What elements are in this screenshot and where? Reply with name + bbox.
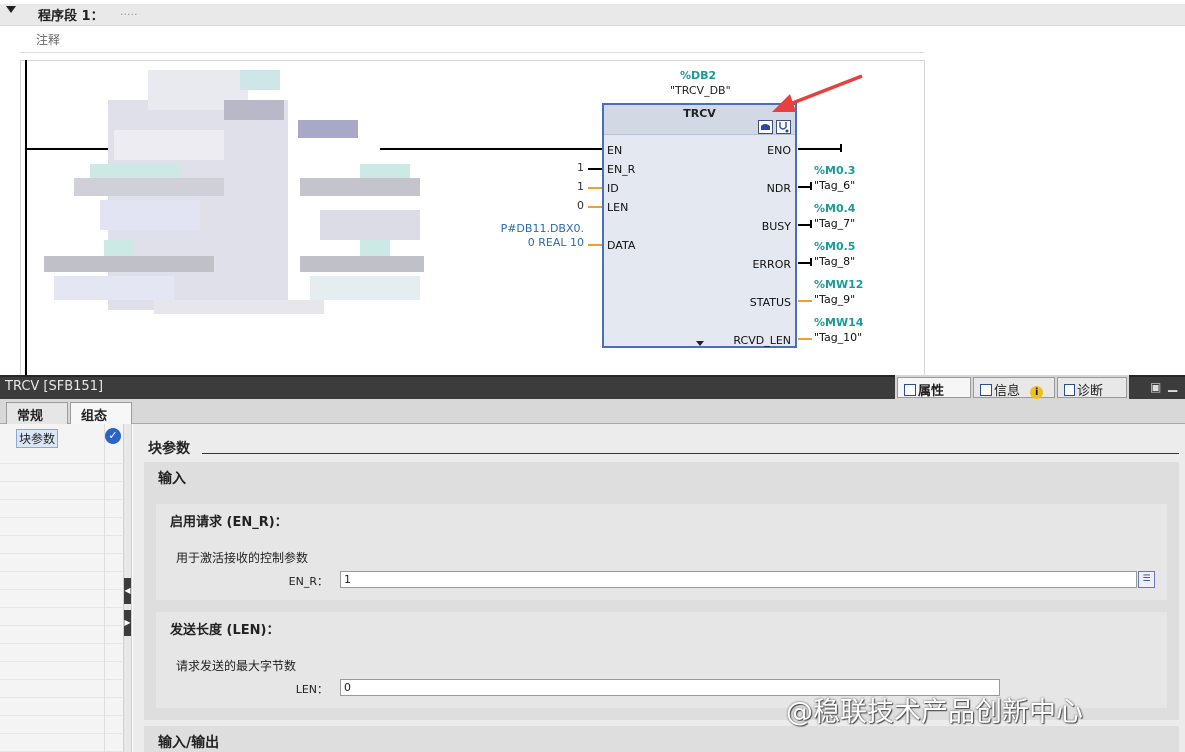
arrow-head-config <box>772 94 796 112</box>
len-label: LEN： <box>295 683 328 696</box>
tab-diagnostics-label: 诊断 <box>1077 384 1104 399</box>
enr-title: 启用请求 (EN_R)： <box>170 515 288 530</box>
info-badge-icon: i <box>1030 386 1044 399</box>
tab-properties-label: 属性 <box>918 384 945 399</box>
section-rule <box>202 453 1179 454</box>
properties-icon <box>904 384 916 396</box>
nav-column-divider <box>104 424 105 752</box>
watermark-text: @稳联技术产品创新中心 <box>786 697 1083 728</box>
tab-diagnostics[interactable]: 诊断 <box>1057 377 1127 399</box>
subtab-configuration[interactable]: 组态 <box>70 402 132 425</box>
arrow-to-config-icon <box>789 74 863 106</box>
restore-window-icon[interactable]: ▣ <box>1150 380 1161 394</box>
diagnostics-tab-icon <box>1064 384 1075 396</box>
minimize-window-icon[interactable]: ▁ <box>1168 378 1177 392</box>
tab-properties[interactable]: 属性 <box>897 377 971 399</box>
len-description: 请求发送的最大字节数 <box>176 659 297 673</box>
tab-info-label: 信息 <box>994 384 1021 399</box>
inspector-title: TRCV [SFB151] <box>5 379 104 394</box>
len-title: 发送长度 (LEN)： <box>170 623 280 638</box>
subtab-general[interactable]: 常规 <box>6 402 68 424</box>
section-title: 块参数 <box>148 441 190 457</box>
enr-label: EN_R： <box>288 575 328 588</box>
info-tab-icon <box>980 384 992 396</box>
tab-info[interactable]: 信息 i <box>973 377 1055 399</box>
group-inout-title: 输入/输出 <box>158 735 220 751</box>
group-input-title: 输入 <box>158 471 186 487</box>
tag-browse-icon[interactable]: ☰ <box>1138 571 1155 588</box>
nav-item-block-parameters[interactable]: 块参数 <box>16 429 59 448</box>
collapse-left-icon[interactable]: ◀ <box>124 578 131 604</box>
group-inout <box>144 726 1179 752</box>
enr-input[interactable]: 1 <box>340 571 1137 588</box>
check-icon: ✓ <box>105 428 121 444</box>
enr-description: 用于激活接收的控制参数 <box>176 551 309 565</box>
expand-right-icon[interactable]: ▶ <box>124 610 131 636</box>
inspector-subtab-strip <box>0 399 1185 424</box>
